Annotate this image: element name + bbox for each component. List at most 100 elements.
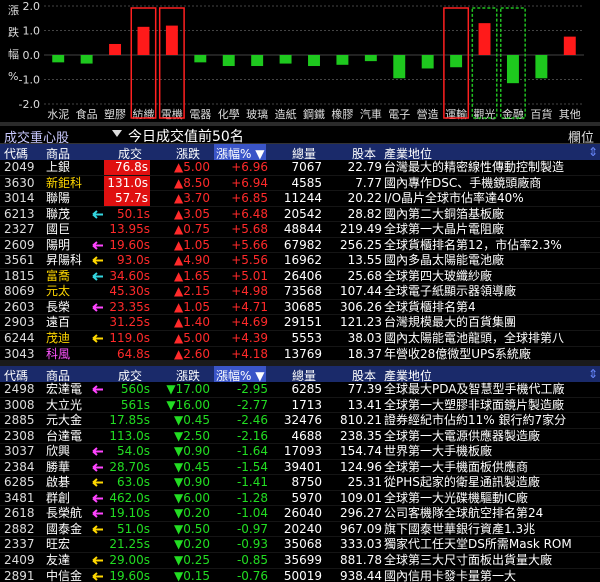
table-row[interactable]: 3037 欣興 54.0s ▼0.90 -1.64 17093 154.74 世界第一大手機板… — [0, 444, 600, 460]
col-pct-sorted-2[interactable]: 漲幅% ▼ — [214, 366, 267, 383]
share-capital: 13.55 — [347, 253, 382, 268]
industry-change-chart: 漲跌幅% 2.0 1.0 0.0 -1.0 -2.0 水泥 食品 塑膠 紡織 電機 電器 化學 玻璃 造紙鋼… — [0, 0, 600, 122]
table-row[interactable]: 2384 勝華 28.70s ▼0.45 -1.54 39401 124.96 全球第一大手機… — [0, 460, 600, 476]
y-axis-label: 漲 — [8, 4, 19, 17]
stock-code: 1815 — [4, 268, 35, 283]
total-volume: 39401 — [283, 459, 322, 474]
price-change: ▼0.90 — [174, 475, 210, 490]
stock-name[interactable]: 聯陽 — [46, 191, 100, 206]
table-row[interactable]: 3630 新鉅科 131.0s ▲8.50 +6.94 4585 7.77 國內專作DSC、手… — [0, 175, 600, 192]
industry-position: 國內信用卡發卡量第一大 — [384, 568, 517, 582]
marker-arrow — [88, 569, 104, 582]
table-row[interactable]: 2337 旺宏 21.25s ▼0.20 -0.93 35068 333.03 獨家代工任天堂… — [0, 537, 600, 554]
table-row[interactable]: 3561 昇陽科 93.0s ▲4.90 +5.56 16962 13.55 國內多晶太陽能電… — [0, 253, 600, 269]
stock-name[interactable]: 台達電 — [46, 429, 100, 444]
stock-code: 2049 — [4, 160, 35, 174]
table-row[interactable]: 2409 友達 29.00s ▼0.25 -0.85 35699 881.78 全球第三大尺寸… — [0, 553, 600, 569]
table-row[interactable]: 2882 國泰金 51.0s ▼0.50 -0.97 20240 967.09 旗下國泰世華銀… — [0, 522, 600, 538]
table-row[interactable]: 3481 群創 462.0s ▼6.00 -1.28 5970 109.01 全球第一大光碟機… — [0, 491, 600, 507]
x-tick-label: 食品 — [76, 107, 98, 121]
table-row[interactable]: 6285 啟碁 63.0s ▼0.90 -1.41 8750 25.31 從PHS起家的衛星通… — [0, 475, 600, 491]
share-capital: 77.39 — [347, 382, 382, 396]
table-row[interactable]: 2891 中信金 19.60s ▼0.15 -0.76 50019 938.44 國內信用卡發… — [0, 569, 600, 582]
pointer-arrow-icon — [92, 385, 103, 394]
x-tick-label: 玻璃 — [246, 107, 268, 121]
stock-code: 2885 — [4, 413, 35, 428]
trade-price: 462.0s — [109, 490, 150, 505]
bar-其他 — [563, 36, 576, 55]
table-row[interactable]: 2603 長榮 23.35s ▲1.05 +4.71 30685 306.26 全球貨櫃排名第… — [0, 300, 600, 316]
industry-position: 國內第二大銅箔基板廠 — [384, 206, 505, 221]
total-volume: 73568 — [283, 284, 322, 299]
stock-code: 3630 — [4, 175, 35, 190]
trade-price: 93.0s — [117, 253, 150, 268]
total-volume: 20240 — [283, 521, 322, 536]
industry-position: 國內多晶太陽能電池廠 — [384, 253, 505, 268]
total-volume: 35068 — [283, 537, 322, 552]
table-row[interactable]: 2049 上銀 76.8s ▲5.00 +6.96 7067 22.79 台灣最大的精密線性傳… — [0, 160, 600, 176]
pointer-arrow-icon — [92, 209, 103, 219]
losers-rows: 2498 宏達電 560s ▼17.00 -2.95 6285 77.39 全球最大PDA及智… — [0, 382, 600, 582]
total-volume: 35699 — [283, 553, 322, 568]
table-row[interactable]: 3014 聯陽 57.7s ▲3.70 +6.85 11244 20.22 I/O晶片全球市佔… — [0, 191, 600, 207]
bar-橡膠 — [336, 55, 349, 65]
trade-price: 31.25s — [109, 315, 150, 330]
trade-price: 34.60s — [109, 268, 150, 283]
table-row[interactable]: 2498 宏達電 560s ▼17.00 -2.95 6285 77.39 全球最大PDA及智… — [0, 382, 600, 398]
pointer-arrow-icon — [92, 272, 103, 281]
share-capital: 20.22 — [347, 191, 382, 206]
stock-name[interactable]: 元太 — [46, 284, 100, 299]
table-row[interactable]: 2308 台達電 113.0s ▼2.50 -2.16 4688 238.35 全球第一大電源… — [0, 429, 600, 445]
table-row[interactable]: 1815 富喬 34.60s ▲1.65 +5.01 26406 25.68 全球第四大玻纖紗… — [0, 269, 600, 285]
table-row[interactable]: 8069 元太 45.30s ▲2.15 +4.98 73568 107.44 全球電子紙顯示… — [0, 284, 600, 300]
total-volume: 26406 — [283, 268, 322, 283]
pointer-arrow-icon — [92, 494, 103, 503]
scroll-up-icon[interactable]: ⇕ — [588, 367, 598, 381]
pct-change: -0.93 — [236, 537, 268, 552]
trade-price: 119.0s — [109, 331, 150, 346]
trade-price: 131.0s — [104, 175, 150, 191]
pct-change: +6.85 — [231, 191, 268, 206]
gainers-rows: 2049 上銀 76.8s ▲5.00 +6.96 7067 22.79 台灣最大的精密線性傳… — [0, 160, 600, 363]
stock-code: 8069 — [4, 284, 35, 299]
bar-紡織 — [137, 26, 150, 55]
pointer-arrow-icon — [92, 509, 103, 519]
share-capital: 881.78 — [340, 553, 382, 568]
stock-name[interactable]: 旺宏 — [46, 537, 100, 552]
col-pct-sorted[interactable]: 漲幅% ▼ — [214, 144, 267, 161]
table-row[interactable]: 2609 陽明 19.60s ▲1.05 +5.66 67982 256.25 全球貨櫃排名第… — [0, 238, 600, 254]
table-row[interactable]: 2327 國巨 13.95s ▲0.75 +5.68 48844 219.49 全球第一大晶片… — [0, 222, 600, 238]
pct-change: -0.85 — [236, 553, 268, 568]
x-tick-label: 電器 — [189, 108, 211, 121]
table-row[interactable]: 6213 聯茂 50.1s ▲3.05 +6.48 20542 28.82 國內第二大銅箔基板… — [0, 207, 600, 223]
stock-name[interactable]: 大立光 — [46, 398, 100, 413]
stock-name[interactable]: 新鉅科 — [46, 176, 100, 191]
total-volume: 26040 — [283, 506, 322, 521]
table-row[interactable]: 2618 長榮航 19.10s ▼0.20 -1.04 26040 296.27 公司客機隊全… — [0, 506, 600, 522]
industry-position: 國內專作DSC、手機鏡頭廠商 — [384, 175, 542, 190]
marker-arrow — [88, 238, 104, 253]
marker-arrow — [88, 553, 104, 568]
table-row[interactable]: 3008 大立光 561s ▼16.00 -2.77 1713 13.41 全球第一大塑膠非球… — [0, 398, 600, 414]
table-row[interactable]: 6244 茂迪 119.0s ▲5.00 +4.39 5553 38.03 國內太陽能電池龍頭… — [0, 331, 600, 347]
table-row[interactable]: 2885 元大金 17.85s ▼0.45 -2.46 32476 810.21 證券經紀市佔… — [0, 413, 600, 429]
scroll-up-icon[interactable]: ⇕ — [588, 145, 598, 159]
chevron-down-icon[interactable] — [112, 130, 122, 137]
pct-change: -0.97 — [236, 521, 268, 536]
stock-name[interactable]: 上銀 — [46, 160, 100, 175]
total-volume: 67982 — [283, 237, 322, 252]
pct-change: +4.39 — [231, 331, 268, 346]
table-row[interactable]: 2903 遠百 31.25s ▲1.40 +4.69 29151 121.23 台灣規模最大的… — [0, 315, 600, 332]
industry-position: 獨家代工任天堂DS所需Mask ROM — [384, 537, 572, 552]
industry-position: 從PHS起家的衛星通訊製造廠 — [384, 475, 540, 490]
stock-name[interactable]: 遠百 — [46, 315, 100, 330]
stock-code: 6244 — [4, 331, 35, 346]
price-change: ▲5.00 — [174, 331, 210, 346]
stock-name[interactable]: 國巨 — [46, 222, 100, 237]
stock-name[interactable]: 元大金 — [46, 413, 100, 428]
share-capital: 938.44 — [340, 568, 382, 582]
price-change: ▲1.40 — [174, 315, 210, 330]
chart-svg: 漲跌幅% 2.0 1.0 0.0 -1.0 -2.0 水泥 食品 塑膠 紡織 電機 電器 化學 玻璃 造紙鋼… — [8, 0, 584, 121]
total-volume: 32476 — [283, 413, 322, 428]
x-tick-label: 橡膠 — [331, 108, 353, 121]
